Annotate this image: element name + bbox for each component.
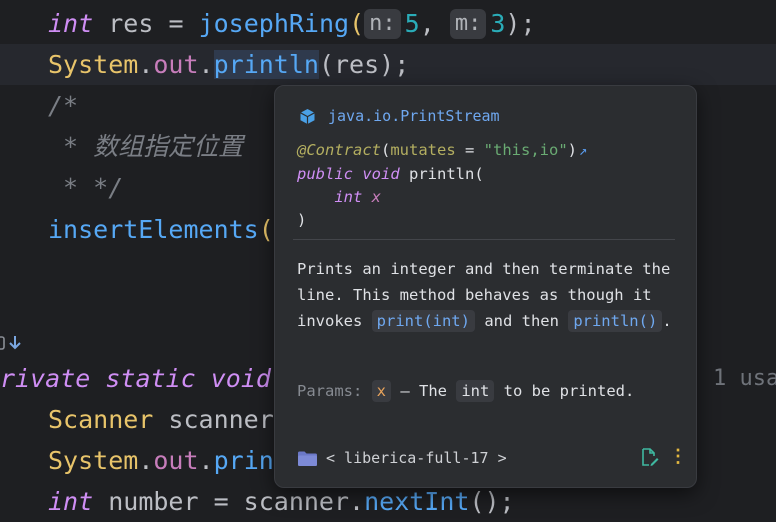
comment-line: /* <box>48 91 79 120</box>
param-hint-n: n: <box>364 9 401 39</box>
library-folder-icon <box>298 451 317 466</box>
code-line-println2[interactable]: System.out.prin <box>48 440 274 481</box>
method-signature: @Contract(mutates = "this,io") ↗ public v… <box>297 141 588 229</box>
code-line-insert[interactable]: insertElements( <box>48 209 274 250</box>
print-int-link[interactable]: print(int) <box>371 310 475 332</box>
popup-divider <box>293 239 675 240</box>
footer-actions: ⋮ <box>639 446 687 467</box>
println-call[interactable]: println <box>213 50 319 79</box>
println-link[interactable]: println() <box>568 310 663 332</box>
documentation-popup[interactable]: java.io.PrintStream @Contract(mutates = … <box>274 85 697 488</box>
package-header[interactable]: java.io.PrintStream <box>299 104 500 128</box>
code-line-method-decl[interactable]: rivate static void <box>0 358 271 399</box>
external-link-icon[interactable]: ↗ <box>579 143 587 159</box>
comment-line: * 数组指定位置 <box>48 132 244 161</box>
package-cube-icon <box>300 108 315 124</box>
param-hint-m: m: <box>449 9 487 39</box>
more-options-icon[interactable]: ⋮ <box>669 446 687 467</box>
library-link[interactable]: < liberica-full-17 > <box>326 449 507 467</box>
joseph-ring-call[interactable]: josephRing <box>199 9 350 38</box>
comment-line: * */ <box>48 173 124 202</box>
code-line-println[interactable]: System.out.println(res); <box>48 44 409 85</box>
code-line-joseph[interactable]: int res = josephRing(n: 5, m: 3); <box>48 3 536 44</box>
code-line-scanner[interactable]: Scanner scanner <box>48 399 274 440</box>
usage-count[interactable]: 1 usa <box>713 358 776 399</box>
params-section: Params: x – The int to be printed. <box>297 380 635 402</box>
override-down-arrow-icon[interactable] <box>0 333 30 353</box>
edit-source-icon[interactable] <box>639 447 659 467</box>
insert-elements-call[interactable]: insertElements <box>48 215 259 244</box>
package-link[interactable]: java.io.PrintStream <box>328 107 500 125</box>
popup-footer: < liberica-full-17 > ⋮ <box>297 446 687 470</box>
method-description: Prints an integer and then terminate the… <box>297 260 672 332</box>
